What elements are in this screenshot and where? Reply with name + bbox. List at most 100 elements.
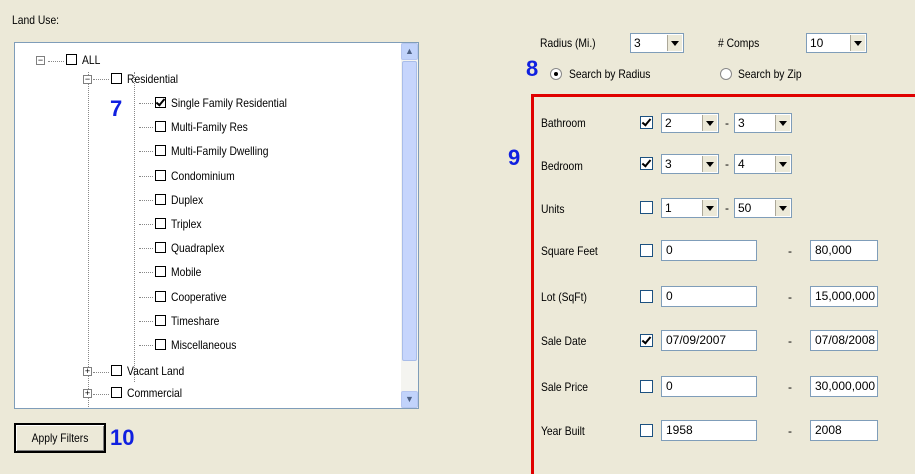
range-separator: -: [725, 116, 729, 130]
scroll-down-icon[interactable]: ▼: [401, 391, 418, 408]
range-separator: -: [788, 334, 792, 348]
square-feet-checkbox[interactable]: [640, 244, 653, 257]
annotation-marker-9: 9: [508, 145, 521, 170]
land-use-tree[interactable]: − ALL − Residential Single Family Reside…: [14, 42, 419, 409]
tree-checkbox[interactable]: [155, 339, 166, 350]
sale-price-checkbox[interactable]: [640, 380, 653, 393]
bathroom-from-select[interactable]: 2: [661, 113, 719, 133]
sale-date-checkbox[interactable]: [640, 334, 653, 347]
square-feet-label: Square Feet: [541, 244, 598, 258]
square-feet-to-input[interactable]: 80,000: [810, 240, 878, 261]
tree-connector: [139, 345, 153, 346]
bathroom-checkbox[interactable]: [640, 116, 653, 129]
radius-select[interactable]: 3: [630, 33, 684, 53]
sale-price-from-input[interactable]: 0: [661, 376, 757, 397]
units-checkbox[interactable]: [640, 201, 653, 214]
tree-connector: [139, 199, 153, 201]
tree-checkbox[interactable]: [155, 290, 166, 302]
units-to-select[interactable]: 50: [734, 198, 792, 218]
bedroom-label: Bedroom: [541, 159, 583, 173]
dropdown-arrow-icon[interactable]: [667, 35, 682, 51]
sale-date-to-input[interactable]: 07/08/2008: [810, 330, 878, 351]
year-built-to-input[interactable]: 2008: [810, 420, 878, 441]
tree-checkbox[interactable]: [155, 266, 166, 278]
bedroom-checkbox[interactable]: [640, 157, 653, 170]
tree-connector: [93, 394, 109, 395]
tree-node-label: Condominium: [171, 168, 235, 183]
dropdown-arrow-icon[interactable]: [702, 156, 717, 172]
tree-checkbox[interactable]: [155, 218, 166, 229]
tree-connector: [139, 320, 153, 322]
comps-label: # Comps: [718, 36, 760, 50]
dropdown-arrow-icon[interactable]: [850, 35, 865, 51]
search-by-zip-radio[interactable]: [720, 68, 732, 80]
dropdown-arrow-icon[interactable]: [702, 115, 717, 131]
dropdown-arrow-icon[interactable]: [775, 156, 790, 172]
tree-node-label: Single Family Residential: [171, 96, 287, 110]
tree-connector: [139, 224, 153, 225]
sale-date-from-input[interactable]: 07/09/2007: [661, 330, 757, 351]
range-separator: -: [788, 380, 792, 394]
sale-price-to-input[interactable]: 30,000,000: [810, 376, 878, 397]
sale-date-label: Sale Date: [541, 334, 587, 348]
year-built-from-input[interactable]: 1958: [661, 420, 757, 441]
land-use-label: Land Use:: [12, 13, 60, 27]
checkbox-vacant-land[interactable]: [111, 365, 122, 376]
tree-node-label: Timeshare: [171, 313, 220, 328]
radius-label: Radius (Mi.): [540, 36, 596, 50]
scroll-up-icon[interactable]: ▲: [401, 43, 418, 60]
scrollbar-thumb[interactable]: [402, 61, 417, 361]
checkbox-commercial[interactable]: [111, 387, 122, 398]
highlight-frame: [531, 94, 915, 474]
tree-connector: [139, 296, 153, 298]
tree-checkbox[interactable]: [155, 121, 166, 133]
tree-node-label: Duplex: [171, 192, 204, 207]
year-built-checkbox[interactable]: [640, 424, 653, 437]
tree-node-label: Mobile: [171, 265, 202, 280]
tree-connector: [48, 61, 64, 62]
collapse-icon[interactable]: −: [36, 56, 45, 65]
tree-connector: [134, 72, 135, 382]
lot-to-input[interactable]: 15,000,000: [810, 286, 878, 307]
annotation-marker-10: 10: [110, 425, 135, 450]
dropdown-arrow-icon[interactable]: [775, 200, 790, 216]
lot-checkbox[interactable]: [640, 290, 653, 303]
tree-node-label: Cooperative: [171, 289, 227, 304]
tree-node-label: Triplex: [171, 217, 202, 231]
tree-connector: [139, 272, 153, 274]
bedroom-from-select[interactable]: 3: [661, 154, 719, 174]
tree-checkbox[interactable]: [155, 242, 166, 254]
expand-icon[interactable]: +: [83, 389, 92, 398]
square-feet-from-input[interactable]: 0: [661, 240, 757, 261]
tree-checkbox[interactable]: [155, 169, 166, 181]
comps-select[interactable]: 10: [806, 33, 867, 53]
search-by-radius-label: Search by Radius: [569, 67, 651, 81]
range-separator: -: [725, 201, 729, 215]
tree-connector: [139, 127, 153, 129]
tree-node-label: Multi-Family Res: [171, 120, 248, 135]
collapse-icon[interactable]: −: [83, 75, 92, 84]
tree-connector: [93, 372, 109, 373]
checkbox-residential[interactable]: [111, 73, 122, 84]
expand-icon[interactable]: +: [83, 367, 92, 376]
range-separator: -: [788, 244, 792, 258]
tree-checkbox[interactable]: [155, 314, 166, 326]
search-by-radius-radio[interactable]: [550, 68, 562, 80]
units-from-select[interactable]: 1: [661, 198, 719, 218]
tree-checkbox[interactable]: [155, 97, 166, 108]
bedroom-to-select[interactable]: 4: [734, 154, 792, 174]
annotation-marker-7: 7: [110, 96, 123, 121]
dropdown-arrow-icon[interactable]: [702, 200, 717, 216]
bathroom-to-select[interactable]: 3: [734, 113, 792, 133]
units-label: Units: [541, 202, 565, 216]
apply-filters-button[interactable]: Apply Filters: [14, 423, 106, 453]
lot-from-input[interactable]: 0: [661, 286, 757, 307]
tree-checkbox[interactable]: [155, 193, 166, 205]
annotation-marker-8: 8: [526, 56, 539, 81]
tree-scrollbar[interactable]: ▲ ▼: [401, 43, 418, 408]
checkbox-all[interactable]: [66, 54, 77, 65]
dropdown-arrow-icon[interactable]: [775, 115, 790, 131]
range-separator: -: [788, 290, 792, 304]
tree-connector: [139, 151, 153, 153]
tree-checkbox[interactable]: [155, 145, 166, 157]
